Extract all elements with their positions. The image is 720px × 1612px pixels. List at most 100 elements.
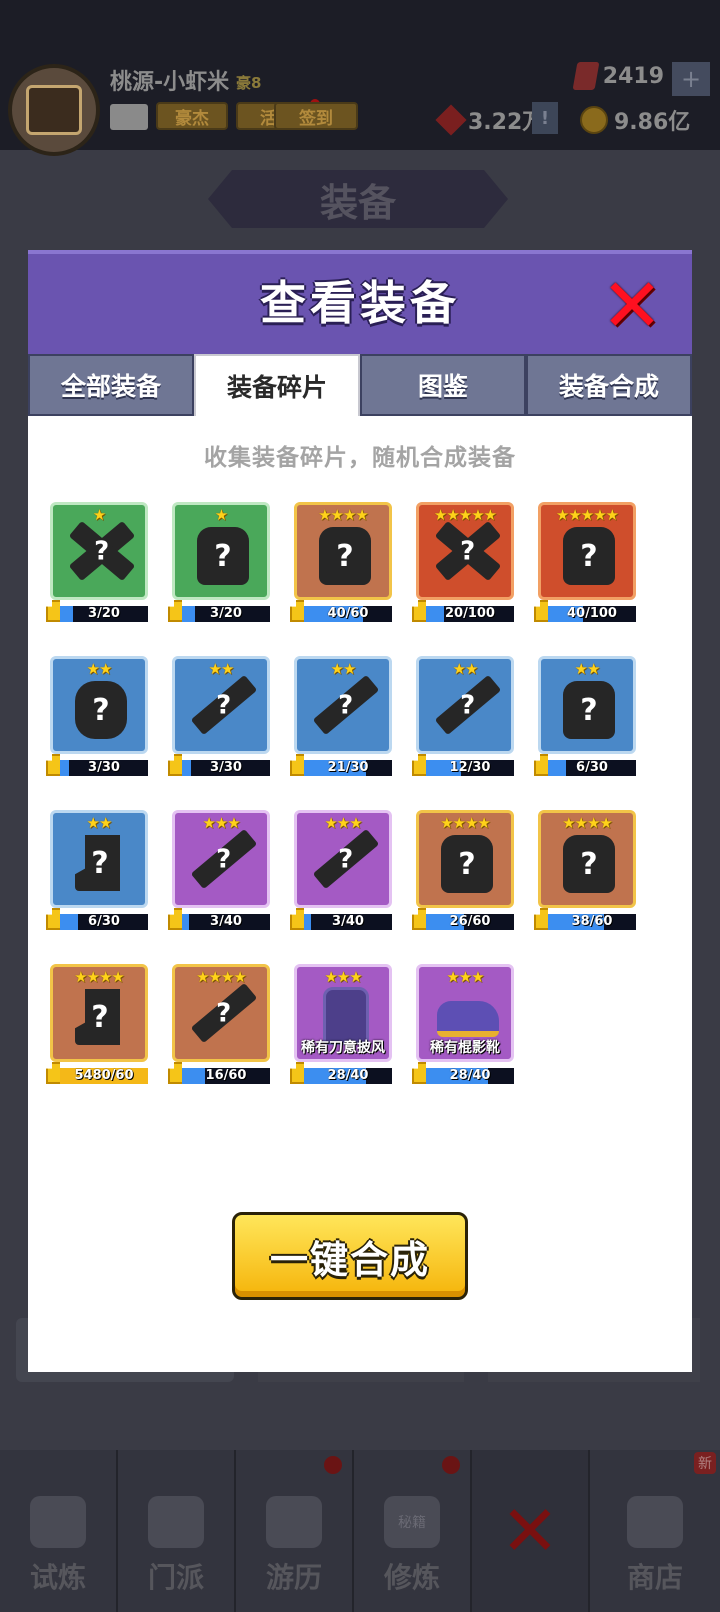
coin-icon (580, 106, 608, 134)
armor-icon: ? (563, 527, 615, 585)
progress-text: 6/30 (576, 760, 608, 775)
progress-text: 6/30 (88, 914, 120, 929)
avatar[interactable] (8, 64, 100, 156)
progress-text: 28/40 (449, 1068, 491, 1083)
star-rating: ★★★★★ (555, 506, 619, 524)
helmet-icon: ? (441, 835, 493, 893)
tab-equipment-fragments[interactable]: 装备碎片 (194, 354, 360, 416)
fragment-card[interactable]: ★★? (294, 656, 392, 754)
tip-text: 收集装备碎片，随机合成装备 (204, 445, 516, 471)
fragment-card[interactable]: ★★? (50, 656, 148, 754)
sword-icon: ? (190, 674, 258, 736)
tab-all-equipment[interactable]: 全部装备 (28, 354, 194, 416)
fragment-item[interactable]: ★★★★? 40/60 (290, 502, 392, 626)
fragment-card[interactable]: ★★★★? (294, 502, 392, 600)
fragment-item[interactable]: ★★★★★? 40/100 (534, 502, 636, 626)
fragment-card[interactable]: ★★★★★? (538, 502, 636, 600)
star-rating: ★★★★★ (433, 506, 497, 524)
alert-button[interactable]: ! (532, 102, 558, 134)
gem-value: 2419 (602, 63, 664, 89)
star-rating: ★ (92, 506, 106, 524)
star-rating: ★★ (208, 660, 235, 678)
unknown-mark-icon: ? (91, 999, 109, 1035)
merge-all-button[interactable]: 一键合成 (232, 1212, 468, 1300)
fragment-card[interactable]: ★★★★? (172, 964, 270, 1062)
gem-icon (572, 62, 600, 90)
progress-text: 20/100 (445, 606, 495, 621)
haojie-button[interactable]: 豪杰 (156, 102, 228, 130)
fragment-card[interactable]: ★★? (172, 656, 270, 754)
nav-label: 商店 (626, 1561, 683, 1594)
unknown-mark-icon: ? (580, 846, 598, 882)
fragment-card[interactable]: ★★? (50, 810, 148, 908)
fragment-item[interactable]: ★★★★? 16/60 (168, 964, 270, 1088)
broadsword-icon: ? (190, 828, 258, 890)
vip-level: 豪8 (236, 74, 262, 92)
fragment-item[interactable]: ★★★ 稀有刀意披风 28/40 (290, 964, 392, 1088)
add-gem-button[interactable]: + (672, 62, 710, 96)
progress-bar: 6/30 (60, 914, 148, 930)
fragment-card[interactable]: ★★? (538, 656, 636, 754)
close-icon: ✕ (601, 263, 664, 349)
progress-text: 28/40 (327, 1068, 369, 1083)
fragment-item[interactable]: ★★★ 稀有棍影靴 28/40 (412, 964, 514, 1088)
star-rating: ★★★★ (562, 814, 613, 832)
robe-icon: ? (563, 681, 615, 739)
staff-icon: ? (312, 828, 380, 890)
nav-close[interactable]: ✕ (472, 1450, 590, 1612)
fragment-card[interactable]: ★★★ 稀有刀意披风 (294, 964, 392, 1062)
fragment-item[interactable]: ★★? 3/30 (46, 656, 148, 780)
crossed-swords-icon: ? (434, 520, 502, 582)
star-rating: ★★ (86, 814, 113, 832)
nav-travel[interactable]: 游历 (236, 1450, 354, 1612)
tab-codex[interactable]: 图鉴 (360, 354, 526, 416)
mail-icon[interactable] (110, 104, 148, 130)
fragment-item[interactable]: ★★? 3/30 (168, 656, 270, 780)
fragment-item[interactable]: ★? 3/20 (46, 502, 148, 626)
signin-button[interactable]: 签到 (274, 102, 358, 130)
fragment-card[interactable]: ★★★★★? (416, 502, 514, 600)
fragment-item[interactable]: ★★★? 3/40 (290, 810, 392, 934)
gem-counter: 2419 (572, 62, 664, 90)
fragment-item[interactable]: ★★★★★? 20/100 (412, 502, 514, 626)
nav-sect[interactable]: 门派 (118, 1450, 236, 1612)
star-rating: ★★★ (446, 968, 484, 986)
fragment-item[interactable]: ★? 3/20 (168, 502, 270, 626)
fragment-card[interactable]: ★? (50, 502, 148, 600)
bottom-nav: 试炼 门派 游历 秘籍 修炼 ✕ 新 商店 (0, 1450, 720, 1612)
fragment-item[interactable]: ★★? 6/30 (534, 656, 636, 780)
unknown-mark-icon: ? (460, 536, 476, 566)
fragment-item[interactable]: ★★? 6/30 (46, 810, 148, 934)
close-button[interactable]: ✕ (601, 269, 663, 343)
fragment-card[interactable]: ★★★ 稀有棍影靴 (416, 964, 514, 1062)
unknown-mark-icon: ? (458, 846, 476, 882)
unknown-mark-icon: ? (338, 844, 354, 874)
fragment-item[interactable]: ★★? 21/30 (290, 656, 392, 780)
fragment-card[interactable]: ★★★★? (416, 810, 514, 908)
unknown-mark-icon: ? (216, 844, 232, 874)
nav-cultivate[interactable]: 秘籍 修炼 (354, 1450, 472, 1612)
unknown-mark-icon: ? (216, 690, 232, 720)
fragment-card[interactable]: ★★★? (294, 810, 392, 908)
fragment-card[interactable]: ★? (172, 502, 270, 600)
close-icon: ✕ (500, 1490, 560, 1572)
star-rating: ★★★★ (440, 814, 491, 832)
fragment-card[interactable]: ★★★★? (538, 810, 636, 908)
progress-bar: 28/40 (304, 1068, 392, 1084)
ruby-icon (435, 104, 467, 136)
fragment-card[interactable]: ★★★? (172, 810, 270, 908)
fragment-card[interactable]: ★★★★? (50, 964, 148, 1062)
book-icon: 秘籍 (384, 1496, 440, 1548)
fragment-item[interactable]: ★★★? 3/40 (168, 810, 270, 934)
progress-text: 38/60 (571, 914, 613, 929)
nav-shop[interactable]: 新 商店 (590, 1450, 720, 1612)
modal-title: 查看装备 (260, 276, 460, 330)
nav-trial[interactable]: 试炼 (0, 1450, 118, 1612)
progress-text: 3/40 (210, 914, 242, 929)
fragment-item[interactable]: ★★★★? 5480/60 (46, 964, 148, 1088)
fragment-card[interactable]: ★★? (416, 656, 514, 754)
fragment-item[interactable]: ★★★★? 26/60 (412, 810, 514, 934)
tab-equipment-synthesis[interactable]: 装备合成 (526, 354, 692, 416)
fragment-item[interactable]: ★★? 12/30 (412, 656, 514, 780)
fragment-item[interactable]: ★★★★? 38/60 (534, 810, 636, 934)
